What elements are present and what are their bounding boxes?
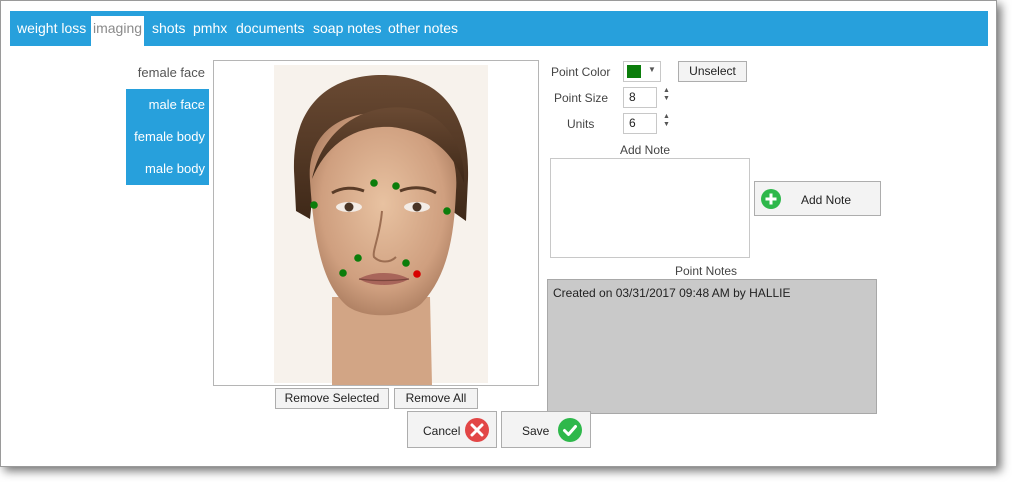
point-notes-label: Point Notes: [675, 264, 738, 278]
image-point-selected[interactable]: [413, 270, 421, 278]
image-point[interactable]: [402, 259, 410, 267]
add-note-label: Add Note: [620, 143, 671, 157]
plus-circle-icon: [761, 189, 781, 209]
units-label: Units: [567, 117, 595, 131]
tab-bar: weight loss imaging shots pmhx documents…: [10, 11, 988, 46]
nav-male-face[interactable]: male face: [126, 89, 209, 121]
cancel-button-label: Cancel: [423, 424, 461, 438]
cancel-button[interactable]: Cancel: [407, 411, 497, 448]
tab-shots[interactable]: shots: [152, 11, 185, 46]
unselect-button[interactable]: Unselect: [678, 61, 747, 82]
point-size-input[interactable]: 8: [623, 87, 657, 108]
point-size-label: Point Size: [554, 91, 609, 105]
point-color-label: Point Color: [551, 65, 611, 79]
save-button[interactable]: Save: [501, 411, 591, 448]
add-note-button-label: Add Note: [801, 193, 852, 207]
tab-weight-loss[interactable]: weight loss: [17, 11, 86, 46]
remove-all-button[interactable]: Remove All: [394, 388, 478, 409]
add-note-textarea[interactable]: [550, 158, 750, 258]
tab-imaging[interactable]: imaging: [91, 16, 145, 46]
image-point[interactable]: [339, 269, 347, 277]
image-point[interactable]: [310, 201, 318, 209]
image-point[interactable]: [392, 182, 400, 190]
point-size-stepper[interactable]: ▲ ▼: [663, 87, 670, 103]
image-point[interactable]: [370, 179, 378, 187]
save-button-label: Save: [522, 424, 550, 438]
nav-female-body[interactable]: female body: [126, 121, 209, 153]
remove-selected-button[interactable]: Remove Selected: [275, 388, 389, 409]
image-point[interactable]: [354, 254, 362, 262]
point-color-picker[interactable]: ▼: [623, 61, 661, 82]
tab-documents[interactable]: documents: [236, 11, 304, 46]
face-illustration: [274, 65, 488, 385]
tab-soap-notes[interactable]: soap notes: [313, 11, 382, 46]
close-circle-icon: [465, 418, 489, 442]
imaging-window: weight loss imaging shots pmhx documents…: [0, 0, 997, 467]
point-color-swatch: [627, 65, 641, 78]
tab-pmhx[interactable]: pmhx: [193, 11, 227, 46]
nav-female-face[interactable]: female face: [126, 57, 209, 89]
point-notes-list[interactable]: Created on 03/31/2017 09:48 AM by HALLIE: [547, 279, 877, 414]
nav-male-body[interactable]: male body: [126, 153, 209, 185]
chevron-down-icon: ▼: [648, 65, 656, 74]
image-point[interactable]: [443, 207, 451, 215]
tab-other-notes[interactable]: other notes: [388, 11, 458, 46]
add-note-button[interactable]: Add Note: [754, 181, 881, 216]
units-input[interactable]: 6: [623, 113, 657, 134]
units-stepper[interactable]: ▲ ▼: [663, 113, 670, 129]
face-image-panel[interactable]: [213, 60, 539, 386]
check-circle-icon: [558, 418, 582, 442]
point-note-entry: Created on 03/31/2017 09:48 AM by HALLIE: [553, 286, 791, 300]
